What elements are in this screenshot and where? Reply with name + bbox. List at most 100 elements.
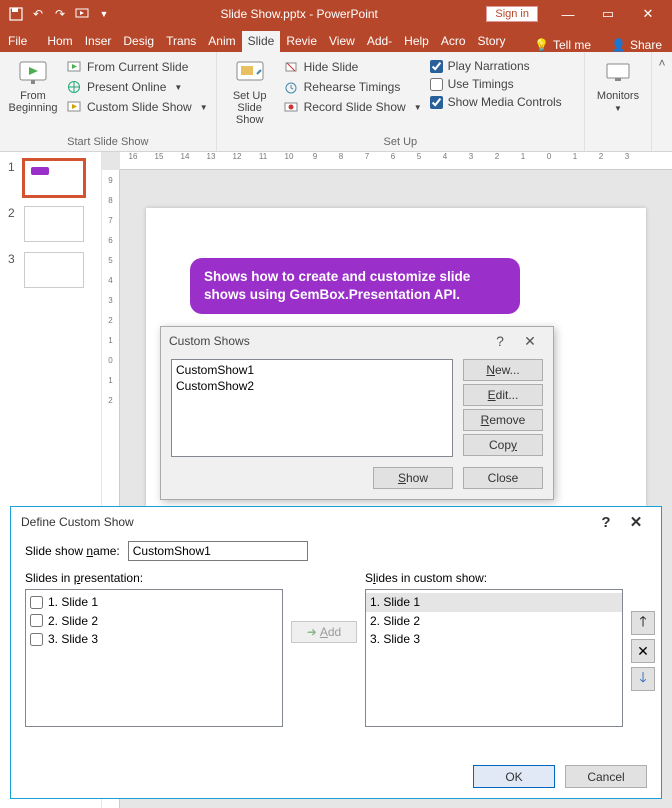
thumbnail-1[interactable]: 1 <box>8 160 101 196</box>
start-from-beginning-icon[interactable] <box>74 6 90 22</box>
new-button[interactable]: New... <box>463 359 543 381</box>
list-item[interactable]: 3. Slide 3 <box>30 630 278 649</box>
thumbnail-2[interactable]: 2 <box>8 206 101 242</box>
from-beginning-button[interactable]: From Beginning <box>6 54 60 114</box>
presentation-slides-list[interactable]: 1. Slide 1 2. Slide 2 3. Slide 3 <box>25 589 283 727</box>
chevron-down-icon: ▼ <box>614 104 622 113</box>
custom-show-icon <box>66 99 82 115</box>
x-icon: ✕ <box>637 643 649 660</box>
tab-design[interactable]: Desig <box>117 31 160 52</box>
hide-slide-icon <box>283 59 299 75</box>
tab-insert[interactable]: Inser <box>79 31 118 52</box>
play-narrations-checkbox[interactable]: Play Narrations <box>428 58 564 74</box>
group-label <box>591 134 645 151</box>
list-item[interactable]: 1. Slide 1 <box>30 593 278 612</box>
tab-view[interactable]: View <box>323 31 361 52</box>
tab-storyboard[interactable]: Story <box>472 31 512 52</box>
tab-file[interactable]: File <box>2 31 33 52</box>
close-button[interactable]: Close <box>463 467 543 489</box>
group-monitors: Monitors ▼ <box>585 52 652 151</box>
hide-slide-button[interactable]: Hide Slide <box>281 58 424 76</box>
arrow-down-icon: 🡓 <box>639 667 646 691</box>
show-media-controls-checkbox[interactable]: Show Media Controls <box>428 94 564 110</box>
rehearse-timings-button[interactable]: Rehearse Timings <box>281 78 424 96</box>
monitors-label: Monitors <box>597 90 639 102</box>
lightbulb-icon[interactable]: 💡 <box>534 38 549 52</box>
custom-slideshow-button[interactable]: Custom Slide Show▼ <box>64 98 210 116</box>
ribbon: From Beginning From Current Slide Presen… <box>0 52 672 152</box>
record-slideshow-button[interactable]: Record Slide Show▼ <box>281 98 424 116</box>
tab-acrobat[interactable]: Acro <box>435 31 472 52</box>
right-list-label: Slides in custom show: <box>365 571 623 585</box>
add-arrow-icon: ➜ <box>307 625 317 639</box>
window-title: Slide Show.pptx - PowerPoint <box>112 7 486 21</box>
chevron-down-icon: ▼ <box>414 103 422 112</box>
tab-addins[interactable]: Add- <box>361 31 398 52</box>
clock-icon <box>283 79 299 95</box>
copy-button[interactable]: Copy <box>463 434 543 456</box>
move-up-button[interactable]: 🡑 <box>631 611 655 635</box>
tab-animations[interactable]: Anim <box>202 31 241 52</box>
play-current-icon <box>66 59 82 75</box>
delete-button[interactable]: ✕ <box>631 639 655 663</box>
play-from-start-icon <box>18 58 48 88</box>
custom-show-slides-list[interactable]: 1. Slide 1 2. Slide 2 3. Slide 3 <box>365 589 623 727</box>
list-item[interactable]: CustomShow2 <box>176 378 448 394</box>
name-label: Slide show name: <box>25 544 120 558</box>
dialog-title: Custom Shows <box>169 334 250 348</box>
close-icon[interactable]: ✕ <box>515 333 545 350</box>
name-input[interactable] <box>128 541 308 561</box>
group-start-slideshow: From Beginning From Current Slide Presen… <box>0 52 217 151</box>
undo-icon[interactable]: ↶ <box>30 6 46 22</box>
minimize-icon[interactable]: — <box>548 0 588 28</box>
show-button[interactable]: Show <box>373 467 453 489</box>
tell-me[interactable]: Tell me <box>553 38 591 52</box>
qat-dropdown-icon[interactable]: ▼ <box>96 6 112 22</box>
save-icon[interactable] <box>8 6 24 22</box>
edit-button[interactable]: Edit... <box>463 384 543 406</box>
group-label: Start Slide Show <box>6 134 210 151</box>
tab-review[interactable]: Revie <box>280 31 323 52</box>
ok-button[interactable]: OK <box>473 765 555 788</box>
help-icon[interactable]: ? <box>485 333 515 349</box>
arrow-up-icon: 🡑 <box>639 611 646 635</box>
close-icon[interactable]: ✕ <box>628 0 668 28</box>
list-item[interactable]: 3. Slide 3 <box>370 630 618 649</box>
add-button[interactable]: ➜Add <box>291 621 357 643</box>
setup-slideshow-button[interactable]: Set Up Slide Show <box>223 54 277 126</box>
thumbnail-3[interactable]: 3 <box>8 252 101 288</box>
help-icon[interactable]: ? <box>591 514 621 531</box>
ribbon-tabs: File Hom Inser Desig Trans Anim Slide Re… <box>0 28 672 52</box>
use-timings-checkbox[interactable]: Use Timings <box>428 76 564 92</box>
list-item[interactable]: 1. Slide 1 <box>366 593 622 612</box>
share-button[interactable]: Share <box>630 38 662 52</box>
cancel-button[interactable]: Cancel <box>565 765 647 788</box>
tab-transitions[interactable]: Trans <box>160 31 202 52</box>
list-item[interactable]: 2. Slide 2 <box>30 612 278 631</box>
custom-shows-list[interactable]: CustomShow1 CustomShow2 <box>171 359 453 457</box>
callout-shape[interactable]: Shows how to create and customize slide … <box>190 258 520 314</box>
horizontal-ruler: 161514131211109876543210123 <box>120 152 672 170</box>
setup-icon <box>235 58 265 88</box>
tab-slideshow[interactable]: Slide <box>242 31 281 52</box>
left-list-label: Slides in presentation: <box>25 571 283 585</box>
monitors-button[interactable]: Monitors ▼ <box>591 54 645 113</box>
sign-in-button[interactable]: Sign in <box>486 6 538 22</box>
title-bar: ↶ ↷ ▼ Slide Show.pptx - PowerPoint Sign … <box>0 0 672 28</box>
tab-home[interactable]: Hom <box>41 31 78 52</box>
from-current-slide-button[interactable]: From Current Slide <box>64 58 210 76</box>
close-icon[interactable]: ✕ <box>621 513 651 531</box>
move-down-button[interactable]: 🡓 <box>631 667 655 691</box>
redo-icon[interactable]: ↷ <box>52 6 68 22</box>
collapse-ribbon-icon[interactable]: ˄ <box>652 52 672 151</box>
dialog-title: Define Custom Show <box>21 515 134 529</box>
quick-access-toolbar: ↶ ↷ ▼ <box>8 6 112 22</box>
tab-help[interactable]: Help <box>398 31 435 52</box>
share-icon[interactable]: 👤 <box>611 38 626 52</box>
group-label: Set Up <box>223 134 578 151</box>
list-item[interactable]: CustomShow1 <box>176 362 448 378</box>
present-online-button[interactable]: Present Online▼ <box>64 78 210 96</box>
remove-button[interactable]: Remove <box>463 409 543 431</box>
list-item[interactable]: 2. Slide 2 <box>370 612 618 631</box>
maximize-icon[interactable]: ▭ <box>588 0 628 28</box>
